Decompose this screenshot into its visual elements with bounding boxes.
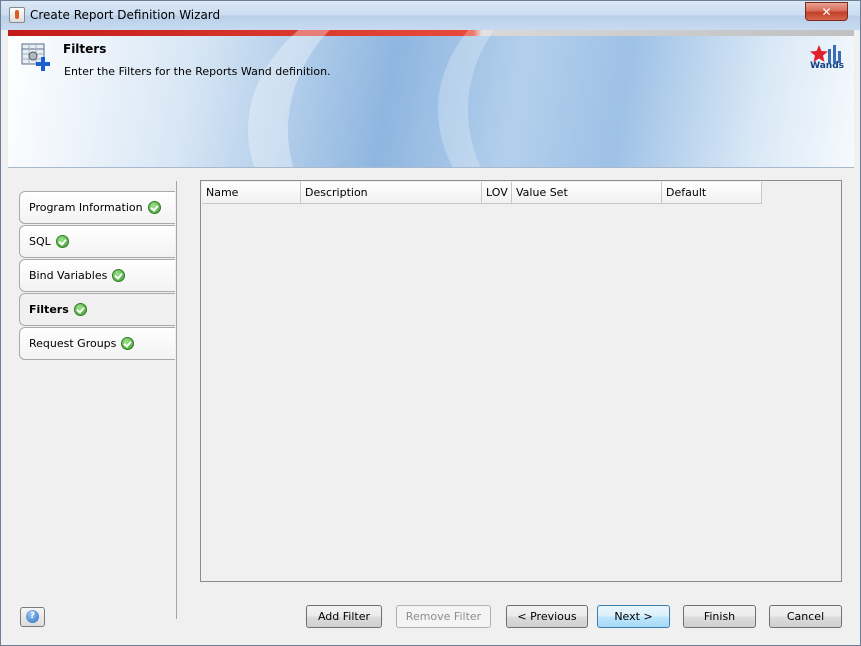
- step-label: Request Groups: [29, 337, 117, 350]
- check-complete-icon: [121, 337, 135, 350]
- check-complete-icon: [147, 201, 161, 214]
- help-button[interactable]: ?: [20, 607, 45, 627]
- column-header-lov[interactable]: LOV: [482, 182, 512, 204]
- add-filter-button[interactable]: Add Filter: [306, 605, 382, 628]
- previous-button[interactable]: < Previous: [506, 605, 588, 628]
- window-title: Create Report Definition Wizard: [30, 8, 221, 22]
- step-sql[interactable]: SQL: [19, 225, 175, 258]
- step-bind-variables[interactable]: Bind Variables: [19, 259, 175, 292]
- table-header: Name Description LOV Value Set Default: [202, 182, 762, 204]
- column-header-description[interactable]: Description: [301, 182, 482, 204]
- step-label: Program Information: [29, 201, 143, 214]
- filter-grid-icon: [21, 43, 50, 71]
- column-header-default[interactable]: Default: [662, 182, 762, 204]
- wizard-step-list: Program Information SQL Bind Variables F…: [19, 181, 177, 619]
- remove-filter-button[interactable]: Remove Filter: [396, 605, 491, 628]
- filters-table[interactable]: Name Description LOV Value Set Default: [200, 180, 842, 582]
- step-label: Filters: [29, 303, 69, 316]
- page-subtitle: Enter the Filters for the Reports Wand d…: [64, 65, 331, 78]
- column-header-value-set[interactable]: Value Set: [512, 182, 662, 204]
- wizard-window: Create Report Definition Wizard ✕ Filter…: [0, 0, 861, 646]
- step-filters[interactable]: Filters: [19, 293, 175, 326]
- header-banner: Filters Enter the Filters for the Report…: [8, 30, 854, 168]
- title-bar[interactable]: Create Report Definition Wizard ✕: [1, 1, 860, 30]
- finish-button[interactable]: Finish: [683, 605, 756, 628]
- check-complete-icon: [112, 269, 126, 282]
- wands-logo-text: Wands: [810, 61, 844, 71]
- cancel-button[interactable]: Cancel: [769, 605, 842, 628]
- column-header-name[interactable]: Name: [202, 182, 301, 204]
- close-button[interactable]: ✕: [805, 2, 848, 21]
- help-icon: ?: [26, 610, 39, 623]
- check-complete-icon: [55, 235, 69, 248]
- page-title: Filters: [63, 42, 107, 56]
- step-label: Bind Variables: [29, 269, 108, 282]
- step-program-information[interactable]: Program Information: [19, 191, 175, 224]
- step-label: SQL: [29, 235, 51, 248]
- check-complete-icon: [73, 303, 87, 316]
- next-button[interactable]: Next >: [597, 605, 670, 628]
- step-request-groups[interactable]: Request Groups: [19, 327, 175, 360]
- java-app-icon: [9, 7, 25, 23]
